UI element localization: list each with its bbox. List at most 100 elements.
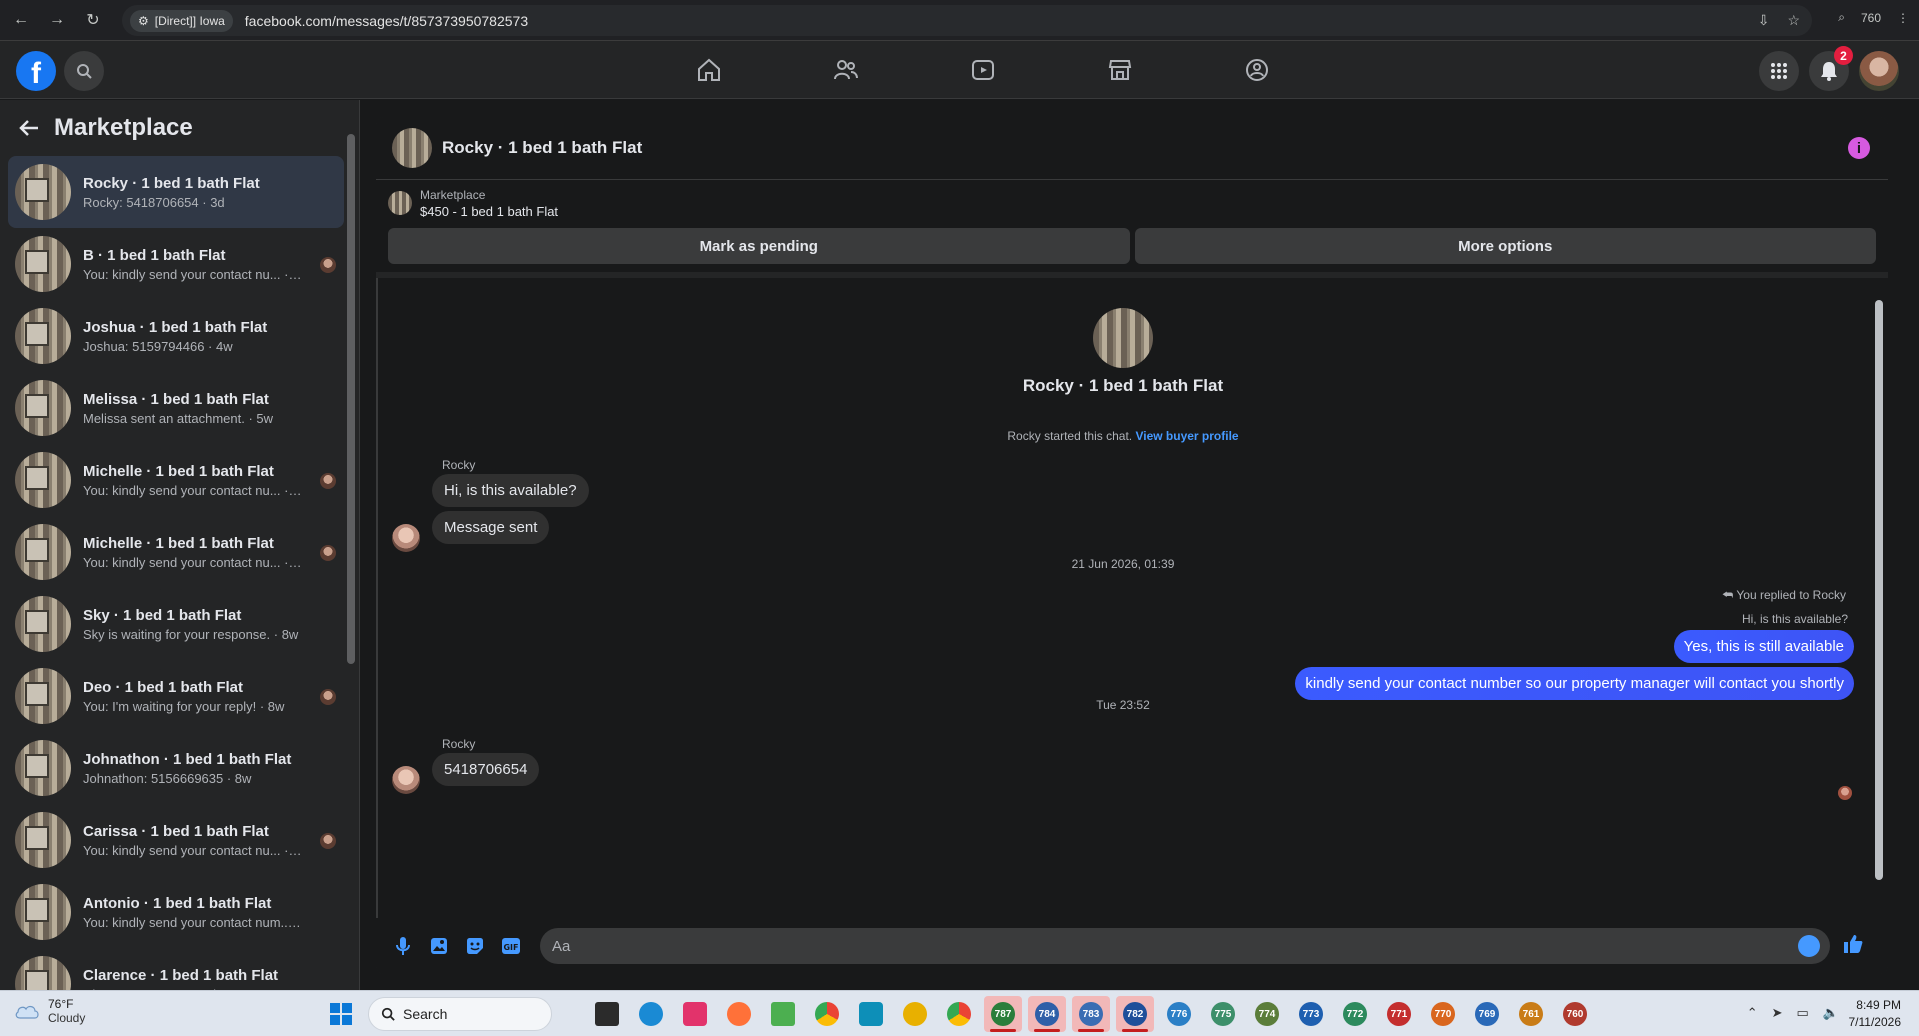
back-arrow-icon[interactable] [18,117,40,139]
taskbar-clock[interactable]: 8:49 PM 7/11/2026 [1849,997,1902,1031]
account-avatar[interactable] [1859,51,1899,91]
conversation-item[interactable]: Michelle · 1 bed 1 bath Flat You: kindly … [8,516,344,588]
message-input[interactable]: Aa [540,928,1830,964]
conversation-preview: Johnathon: 5156669635 · 8w [83,770,252,786]
quoted-message[interactable]: Hi, is this available? [1742,612,1848,626]
outgoing-message[interactable]: Yes, this is still available [1673,630,1854,663]
more-options-button[interactable]: More options [1134,228,1876,264]
chrome-profile-window[interactable]: 783 [1072,996,1110,1032]
listing-thumbnail [388,191,412,215]
chat-title[interactable]: Rocky · 1 bed 1 bath Flat [442,138,642,158]
conversation-item[interactable]: Sky · 1 bed 1 bath Flat Sky is waiting fo… [8,588,344,660]
conversation-name: Carissa · 1 bed 1 bath Flat [83,822,269,840]
tab-friends[interactable] [777,41,914,99]
back-icon[interactable]: ← [6,5,36,35]
windows-start-icon[interactable] [330,1003,352,1025]
chrome-profile-app[interactable] [940,996,978,1032]
mark-as-pending-button[interactable]: Mark as pending [388,228,1130,264]
network-icon[interactable]: ▭ [1797,1005,1809,1021]
profile-label[interactable]: 760 [1861,11,1881,25]
chrome-profile-window[interactable]: 770 [1424,996,1462,1032]
tab-home[interactable] [640,41,777,99]
tab-marketplace[interactable] [1051,41,1188,99]
attach-photo-button[interactable] [424,931,454,961]
vpn-app[interactable] [852,996,890,1032]
conversation-item[interactable]: Antonio · 1 bed 1 bath Flat You: kindly s… [8,876,344,948]
notifications-button[interactable]: 2 [1809,46,1853,91]
profile-number: 784 [1038,1008,1056,1020]
taskbar-search[interactable]: Search [368,997,552,1031]
snipping-tool-app[interactable] [676,996,714,1032]
search-button[interactable] [64,51,104,91]
site-info-chip[interactable]: ⚙ [Direct]] Iowa [130,9,233,32]
sidebar-scrollbar[interactable] [347,122,355,982]
bookmark-star-icon[interactable]: ☆ [1787,12,1800,29]
chrome-profile-window[interactable]: 782 [1116,996,1154,1032]
address-bar[interactable]: ⚙ [Direct]] Iowa facebook.com/messages/t… [122,5,1812,36]
thread-scrollbar[interactable] [1874,278,1884,918]
menu-kebab-icon[interactable]: ⋮ [1897,11,1909,25]
volume-icon[interactable]: 🔈 [1823,1005,1839,1021]
conversation-item[interactable]: B · 1 bed 1 bath Flat You: kindly send yo… [8,228,344,300]
outgoing-message[interactable]: kindly send your contact number so our p… [1295,667,1854,700]
tab-search-icon[interactable]: ⌕ [1838,10,1845,25]
groups-icon [1245,59,1268,81]
chrome-profile-window[interactable]: 760 [1556,996,1594,1032]
like-button[interactable] [1842,933,1864,960]
profile-app-icon: 771 [1387,1002,1411,1026]
chrome-profile-window[interactable]: 775 [1204,996,1242,1032]
voice-clip-button[interactable] [388,931,418,961]
emoji-icon[interactable] [1798,935,1820,957]
facebook-logo[interactable]: f [16,51,56,91]
sticker-button[interactable] [460,931,490,961]
conversation-name: Deo · 1 bed 1 bath Flat [83,678,244,696]
chrome-profile-window[interactable]: 771 [1380,996,1418,1032]
incoming-message[interactable]: Hi, is this available? [432,474,589,507]
profile-app-icon: 784 [1035,1002,1059,1026]
gif-button[interactable]: GIF [496,931,526,961]
chrome-profile-window[interactable]: 772 [1336,996,1374,1032]
view-buyer-profile-link[interactable]: View buyer profile [1135,429,1238,443]
info-icon[interactable]: i [1848,137,1870,159]
notepad-app[interactable] [764,996,802,1032]
listing-summary[interactable]: Marketplace $450 - 1 bed 1 bath Flat [376,180,1888,226]
menu-button[interactable] [1759,51,1799,91]
seen-avatar [320,689,336,705]
xmail-app[interactable] [896,996,934,1032]
chrome-app[interactable] [808,996,846,1032]
sender-avatar[interactable] [392,524,420,552]
conversation-item[interactable]: Melissa · 1 bed 1 bath Flat Melissa sent … [8,372,344,444]
sender-avatar[interactable] [392,766,420,794]
firefox-app[interactable] [720,996,758,1032]
conversation-item[interactable]: Rocky · 1 bed 1 bath Flat Rocky: 54187066… [8,156,344,228]
conversation-item[interactable]: Michelle · 1 bed 1 bath Flat You: kindly … [8,444,344,516]
tab-video[interactable] [914,41,1051,99]
conversation-item[interactable]: Deo · 1 bed 1 bath Flat You: I'm waiting … [8,660,344,732]
weather-widget[interactable]: 76°F Cloudy [14,997,85,1025]
install-icon[interactable]: ⇩ [1758,12,1770,29]
conversation-item[interactable]: Clarence · 1 bed 1 bath FlatClarence sen… [8,948,344,990]
chrome-profile-window[interactable]: 774 [1248,996,1286,1032]
chevron-up-icon[interactable]: ⌃ [1747,1005,1758,1021]
conversation-item[interactable]: Carissa · 1 bed 1 bath Flat You: kindly s… [8,804,344,876]
chrome-profile-window[interactable]: 787 [984,996,1022,1032]
chrome-profile-window[interactable]: 776 [1160,996,1198,1032]
incoming-message[interactable]: 5418706654 [432,753,540,786]
forward-icon[interactable]: → [42,5,72,35]
chrome-profile-window[interactable]: 784 [1028,996,1066,1032]
thread-intro-image[interactable] [1093,308,1153,368]
file-explorer-app[interactable] [588,996,626,1032]
chrome-profile-window[interactable]: 773 [1292,996,1330,1032]
location-icon[interactable]: ➤ [1772,1005,1783,1021]
tab-groups[interactable] [1188,41,1325,99]
active-indicator [1034,1029,1060,1032]
url-text[interactable]: facebook.com/messages/t/857373950782573 [245,13,528,29]
chrome-profile-window[interactable]: 769 [1468,996,1506,1032]
chat-listing-thumbnail[interactable] [392,128,432,168]
conversation-item[interactable]: Joshua · 1 bed 1 bath Flat Joshua: 515979… [8,300,344,372]
incoming-message[interactable]: Message sent [432,511,550,544]
reload-icon[interactable]: ↻ [78,5,108,35]
chrome-profile-window[interactable]: 761 [1512,996,1550,1032]
conversation-item[interactable]: Johnathon · 1 bed 1 bath Flat Johnathon: … [8,732,344,804]
edge-app[interactable] [632,996,670,1032]
